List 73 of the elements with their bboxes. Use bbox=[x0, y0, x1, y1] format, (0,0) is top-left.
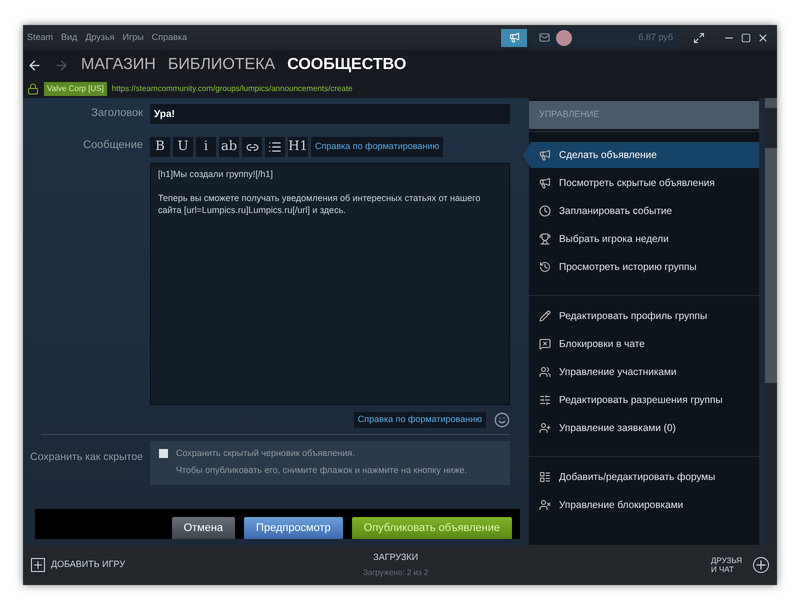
hidden-draft-hint: Чтобы опубликовать его, снимите флажок и нажмите на кнопку ниже. bbox=[176, 464, 467, 477]
page-url: https://steamcommunity.com/groups/lumpics/announcements/create bbox=[112, 83, 353, 95]
big-picture-icon[interactable] bbox=[693, 32, 705, 44]
sidebar-item[interactable]: Посмотреть скрытые объявления bbox=[529, 170, 759, 196]
chat-block-icon bbox=[539, 338, 551, 350]
sidebar-item[interactable]: Редактировать разрешения группы bbox=[529, 387, 759, 413]
plus-icon bbox=[31, 558, 45, 572]
users-icon bbox=[539, 366, 551, 378]
menu-item[interactable]: Вид bbox=[61, 30, 78, 44]
announcement-button[interactable] bbox=[501, 28, 528, 46]
hidden-checkbox[interactable] bbox=[159, 449, 168, 458]
wallet-balance: 6,87 руб bbox=[638, 30, 673, 44]
downloads-status: Загружено: 2 из 2 bbox=[363, 567, 428, 580]
sidebar-item[interactable]: Редактировать профиль группы bbox=[529, 303, 759, 329]
emoticon-icon[interactable] bbox=[494, 412, 510, 428]
format-button[interactable]: U bbox=[173, 137, 193, 157]
format-button[interactable]: i bbox=[196, 137, 216, 157]
link-button[interactable] bbox=[242, 137, 262, 157]
sidebar-item[interactable]: Запланировать событие bbox=[529, 198, 759, 224]
friends-chat-button[interactable]: ДРУЗЬЯ И ЧАТ bbox=[711, 556, 769, 574]
megaphone-icon bbox=[539, 149, 551, 161]
forum-list-icon bbox=[539, 471, 551, 483]
sidebar-header: УПРАВЛЕНИЕ bbox=[529, 101, 759, 129]
sidebar-item[interactable]: Блокировки в чате bbox=[529, 331, 759, 357]
field-label: Сохранить как скрытое bbox=[29, 450, 143, 465]
nav-tab[interactable]: МАГАЗИН bbox=[81, 53, 156, 77]
menu-item[interactable]: Steam bbox=[27, 30, 54, 44]
formatting-help-link[interactable]: Справка по форматированию bbox=[311, 137, 444, 157]
trophy-icon bbox=[539, 233, 551, 245]
sidebar-item[interactable]: Выбрать игрока недели bbox=[529, 226, 759, 252]
plus-icon bbox=[753, 557, 769, 573]
sidebar-item[interactable]: Сделать объявление bbox=[523, 142, 759, 168]
clock-icon bbox=[539, 205, 551, 217]
history-icon bbox=[539, 261, 551, 273]
formatting-help-link[interactable]: Справка по форматированию bbox=[354, 412, 486, 428]
sliders-icon bbox=[539, 394, 551, 406]
format-button[interactable]: H1 bbox=[288, 137, 308, 157]
cancel-button[interactable]: Отмена bbox=[172, 517, 236, 539]
downloads-title[interactable]: ЗАГРУЗКИ bbox=[373, 550, 418, 564]
pencil-icon bbox=[539, 310, 551, 322]
sidebar-item[interactable]: Управление блокировками bbox=[529, 492, 759, 518]
format-button[interactable]: B bbox=[150, 137, 170, 157]
megaphone-icon bbox=[539, 177, 551, 189]
menu-item[interactable]: Друзья bbox=[85, 30, 115, 44]
scrollbar[interactable] bbox=[765, 98, 777, 545]
format-button[interactable]: ab bbox=[219, 137, 239, 157]
avatar bbox=[556, 30, 572, 46]
mail-icon[interactable] bbox=[539, 32, 550, 43]
back-icon[interactable] bbox=[27, 58, 42, 72]
menu-item[interactable]: Справка bbox=[152, 30, 188, 44]
nav-tab[interactable]: БИБЛИОТЕКА bbox=[168, 53, 276, 77]
nav-tab[interactable]: СООБЩЕСТВО bbox=[287, 53, 406, 77]
add-game-button[interactable]: ДОБАВИТЬ ИГРУ bbox=[31, 558, 126, 572]
lock-icon bbox=[27, 83, 39, 95]
menu-item[interactable]: Игры bbox=[122, 30, 144, 44]
hidden-draft-text: Сохранить скрытый черновик объявления. bbox=[176, 447, 356, 460]
sidebar-item[interactable]: Добавить/редактировать форумы bbox=[529, 464, 759, 490]
field-label: Сообщение bbox=[82, 138, 143, 153]
close-icon[interactable] bbox=[757, 32, 769, 44]
certificate-badge: Valve Corp [US] bbox=[44, 82, 107, 96]
sidebar-item[interactable]: Управление участниками bbox=[529, 359, 759, 385]
field-label: Заголовок bbox=[90, 106, 143, 121]
sidebar-item[interactable]: Просмотреть историю группы bbox=[529, 254, 759, 280]
megaphone-icon bbox=[508, 32, 520, 43]
title-input[interactable]: Ура! bbox=[150, 104, 510, 124]
user-block-icon bbox=[539, 499, 551, 511]
preview-button[interactable]: Предпросмотр bbox=[244, 517, 343, 539]
user-plus-icon bbox=[539, 422, 551, 434]
sidebar-item[interactable]: Управление заявками (0) bbox=[529, 415, 759, 441]
list-icon bbox=[268, 140, 282, 154]
maximize-icon[interactable] bbox=[741, 32, 751, 42]
message-textarea[interactable]: [h1]Мы создали группу![/h1] Теперь вы сможете получать уведомления об интересных статьях от нашего сайта [url=Lumpics.ru]Lumpics.ru[/url] и здесь. bbox=[150, 163, 510, 405]
list-button[interactable] bbox=[265, 137, 285, 157]
